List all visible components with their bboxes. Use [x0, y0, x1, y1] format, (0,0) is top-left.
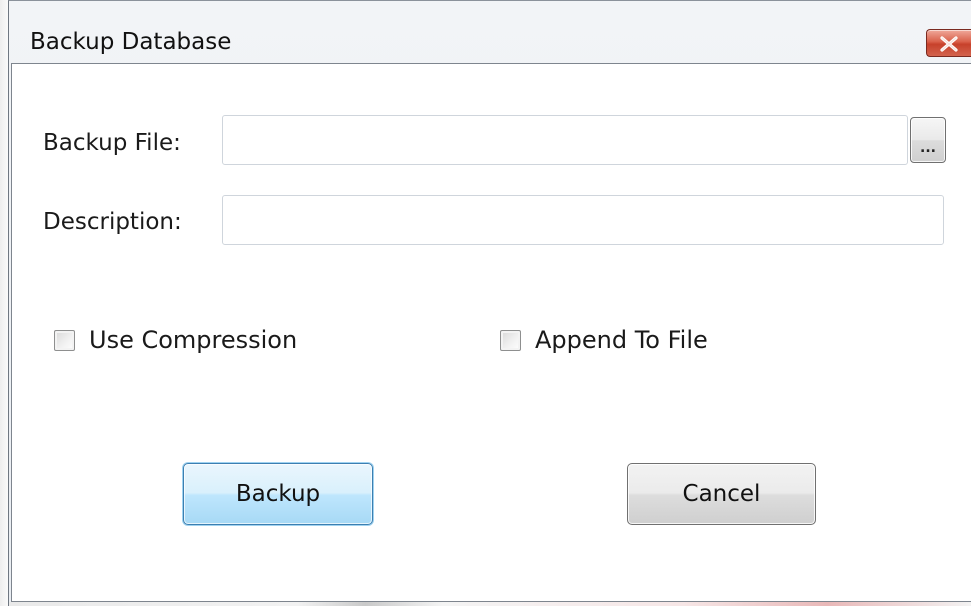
cancel-button[interactable]: Cancel: [627, 463, 816, 525]
description-input[interactable]: [222, 195, 944, 245]
backup-database-dialog: Backup Database Backup File: ... Descrip…: [8, 0, 971, 606]
use-compression-checkbox[interactable]: [54, 329, 75, 351]
use-compression-label: Use Compression: [89, 326, 298, 354]
dialog-content: Backup File: ... Description: Use Compre…: [11, 63, 971, 602]
use-compression-option[interactable]: Use Compression: [54, 325, 297, 355]
window-bottom-edge: [9, 602, 971, 606]
append-to-file-label: Append To File: [535, 326, 708, 354]
browse-button-label: ...: [920, 140, 936, 156]
append-to-file-option[interactable]: Append To File: [500, 325, 708, 355]
backup-file-label: Backup File:: [43, 130, 181, 156]
description-label: Description:: [43, 209, 182, 235]
append-to-file-checkbox[interactable]: [500, 329, 521, 351]
backup-button[interactable]: Backup: [183, 463, 373, 525]
close-x-icon: [940, 36, 958, 52]
close-button[interactable]: [926, 29, 971, 57]
title-bar[interactable]: Backup Database: [9, 1, 971, 63]
browse-button[interactable]: ...: [910, 117, 946, 163]
window-title: Backup Database: [30, 29, 232, 55]
backup-file-input[interactable]: [222, 115, 908, 165]
